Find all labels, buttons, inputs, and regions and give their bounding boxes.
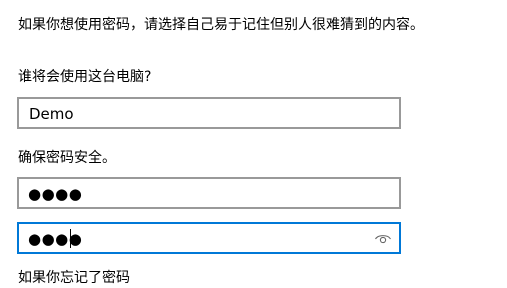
username-input[interactable]: Demo: [17, 97, 401, 129]
username-value: Demo: [29, 105, 74, 123]
password-masked-value: ●●●●: [28, 185, 83, 203]
intro-text: 如果你想使用密码，请选择自己易于记住但别人很难猜到的内容。: [18, 17, 424, 33]
password-input[interactable]: ●●●●: [17, 177, 401, 209]
text-caret: [70, 229, 71, 248]
password-section-label: 确保密码安全。: [18, 150, 116, 166]
confirm-password-masked-value: ●●●●: [28, 230, 83, 248]
password-hint-label: 如果你忘记了密码: [18, 270, 130, 286]
confirm-password-input[interactable]: ●●●●: [17, 222, 401, 254]
who-label: 谁将会使用这台电脑?: [18, 69, 152, 85]
eye-icon[interactable]: [374, 230, 392, 248]
